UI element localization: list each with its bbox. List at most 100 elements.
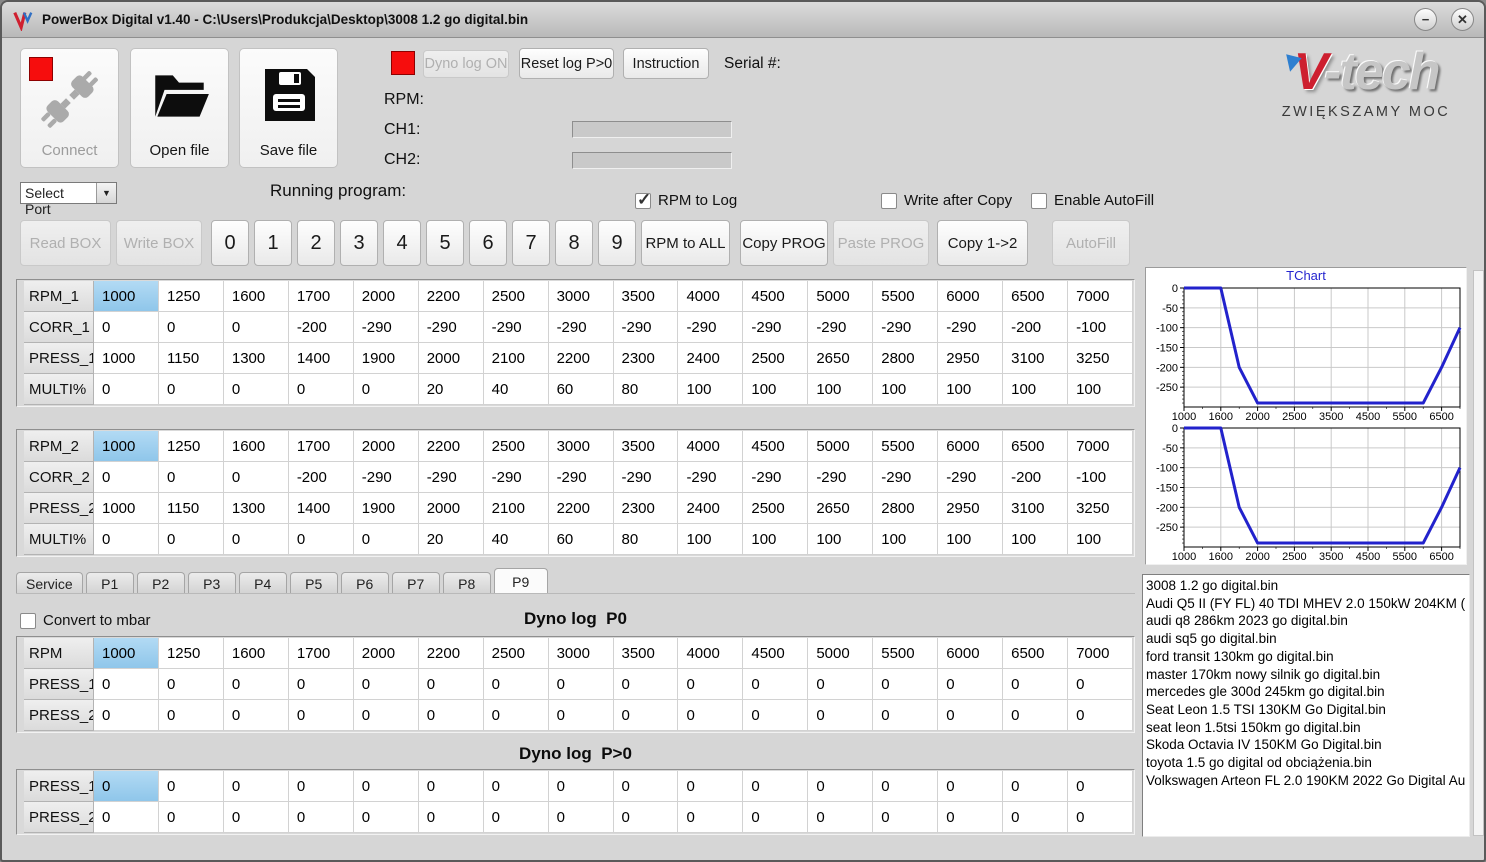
table-cell[interactable]: 6500: [1003, 638, 1069, 669]
table-cell[interactable]: -200: [288, 462, 354, 493]
table-cell[interactable]: 0: [1068, 700, 1133, 731]
chevron-down-icon[interactable]: ▼: [96, 183, 116, 203]
digit-2-button[interactable]: 2: [297, 220, 335, 266]
table-cell[interactable]: 2950: [938, 343, 1004, 374]
file-item[interactable]: Volkswagen Arteon FL 2.0 190KM 2022 Go D…: [1143, 772, 1469, 790]
digit-7-button[interactable]: 7: [512, 220, 550, 266]
table-cell[interactable]: 0: [548, 700, 614, 731]
table-cell[interactable]: 0: [158, 802, 224, 833]
table-cell[interactable]: -290: [873, 312, 939, 343]
digit-8-button[interactable]: 8: [555, 220, 593, 266]
table-cell[interactable]: 100: [1003, 374, 1069, 405]
digit-6-button[interactable]: 6: [469, 220, 507, 266]
table-cell[interactable]: 0: [938, 700, 1004, 731]
table-cell[interactable]: 0: [938, 669, 1004, 700]
table-cell[interactable]: 0: [808, 669, 874, 700]
table-cell[interactable]: -290: [353, 312, 419, 343]
table-cell[interactable]: 1000: [94, 493, 159, 524]
table-cell[interactable]: 2200: [418, 431, 484, 462]
tab-p9[interactable]: P9: [493, 568, 548, 594]
table-cell[interactable]: 3100: [1003, 343, 1069, 374]
table-cell[interactable]: 0: [873, 700, 939, 731]
table-cell[interactable]: 0: [158, 700, 224, 731]
right-scroll-strip[interactable]: [1473, 270, 1484, 836]
table-cell[interactable]: 0: [158, 524, 224, 555]
select-port-dropdown[interactable]: Select Port ▼: [20, 182, 117, 217]
table-cell[interactable]: 0: [94, 700, 159, 731]
file-item[interactable]: audi q8 286km 2023 go digital.bin: [1143, 612, 1469, 630]
table-cell[interactable]: 0: [223, 524, 289, 555]
table-cell[interactable]: 1000: [94, 343, 159, 374]
table-cell[interactable]: 0: [483, 669, 549, 700]
table-cell[interactable]: 2100: [483, 493, 549, 524]
table-cell[interactable]: 0: [353, 374, 419, 405]
table-cell[interactable]: 0: [418, 771, 484, 802]
table-cell[interactable]: 0: [743, 700, 809, 731]
open-file-button[interactable]: Open file: [130, 48, 229, 168]
table-cell[interactable]: 0: [1068, 771, 1133, 802]
table-cell[interactable]: -290: [548, 462, 614, 493]
table-cell[interactable]: 0: [288, 524, 354, 555]
table-cell[interactable]: 0: [223, 462, 289, 493]
table-cell[interactable]: 0: [808, 700, 874, 731]
file-item[interactable]: toyota 1.5 go digital od obciążenia.bin: [1143, 754, 1469, 772]
enable-autofill-checkbox[interactable]: Enable AutoFill: [1031, 192, 1154, 209]
copy-prog-button[interactable]: Copy PROG: [740, 220, 828, 266]
table-cell[interactable]: 20: [418, 374, 484, 405]
table-cell[interactable]: 2000: [418, 343, 484, 374]
table-cell[interactable]: 1000: [94, 281, 159, 312]
table-cell[interactable]: 0: [288, 700, 354, 731]
table-cell[interactable]: -290: [548, 312, 614, 343]
table-cell[interactable]: 0: [548, 802, 614, 833]
table-cell[interactable]: -290: [873, 462, 939, 493]
table-cell[interactable]: 0: [158, 374, 224, 405]
table-cell[interactable]: 0: [1003, 669, 1069, 700]
table-cell[interactable]: -100: [1068, 462, 1133, 493]
table-cell[interactable]: 0: [483, 771, 549, 802]
table-cell[interactable]: 0: [873, 771, 939, 802]
table-cell[interactable]: 100: [873, 524, 939, 555]
table-cell[interactable]: -290: [418, 312, 484, 343]
table-cell[interactable]: -290: [938, 462, 1004, 493]
table-cell[interactable]: 2400: [678, 493, 744, 524]
copy-1-to-2-button[interactable]: Copy 1->2: [937, 220, 1028, 266]
table-cell[interactable]: 1600: [223, 431, 289, 462]
tab-p4[interactable]: P4: [238, 572, 287, 594]
table-cell[interactable]: 2000: [353, 431, 419, 462]
table-cell[interactable]: 2500: [483, 638, 549, 669]
table-cell[interactable]: 6000: [938, 281, 1004, 312]
table-cell[interactable]: 0: [873, 669, 939, 700]
table-cell[interactable]: 0: [223, 374, 289, 405]
save-file-button[interactable]: Save file: [239, 48, 338, 168]
table-cell[interactable]: 100: [1068, 374, 1133, 405]
table-cell[interactable]: 4500: [743, 431, 809, 462]
read-box-button[interactable]: Read BOX: [20, 220, 111, 266]
table-cell[interactable]: -290: [808, 462, 874, 493]
table-cell[interactable]: 80: [613, 524, 679, 555]
close-icon[interactable]: ✕: [1451, 8, 1474, 31]
table-cell[interactable]: 0: [1068, 669, 1133, 700]
table-cell[interactable]: 0: [94, 374, 159, 405]
table-cell[interactable]: 80: [613, 374, 679, 405]
table-cell[interactable]: -290: [353, 462, 419, 493]
table-cell[interactable]: 0: [678, 802, 744, 833]
table-cell[interactable]: 60: [548, 374, 614, 405]
tab-p2[interactable]: P2: [136, 572, 185, 594]
table-cell[interactable]: 2200: [548, 493, 614, 524]
table-cell[interactable]: 6500: [1003, 281, 1069, 312]
table-cell[interactable]: 100: [808, 524, 874, 555]
table-cell[interactable]: 2500: [483, 281, 549, 312]
table-cell[interactable]: 0: [223, 312, 289, 343]
digit-1-button[interactable]: 1: [254, 220, 292, 266]
table-cell[interactable]: 0: [353, 700, 419, 731]
table-cell[interactable]: 0: [288, 669, 354, 700]
table-cell[interactable]: 0: [158, 669, 224, 700]
table-cell[interactable]: 1150: [158, 343, 224, 374]
table-cell[interactable]: 0: [548, 669, 614, 700]
table-cell[interactable]: 2950: [938, 493, 1004, 524]
table-cell[interactable]: -290: [613, 312, 679, 343]
table-cell[interactable]: -100: [1068, 312, 1133, 343]
table-cell[interactable]: 2100: [483, 343, 549, 374]
table-cell[interactable]: 2500: [743, 493, 809, 524]
table-cell[interactable]: 5500: [873, 638, 939, 669]
